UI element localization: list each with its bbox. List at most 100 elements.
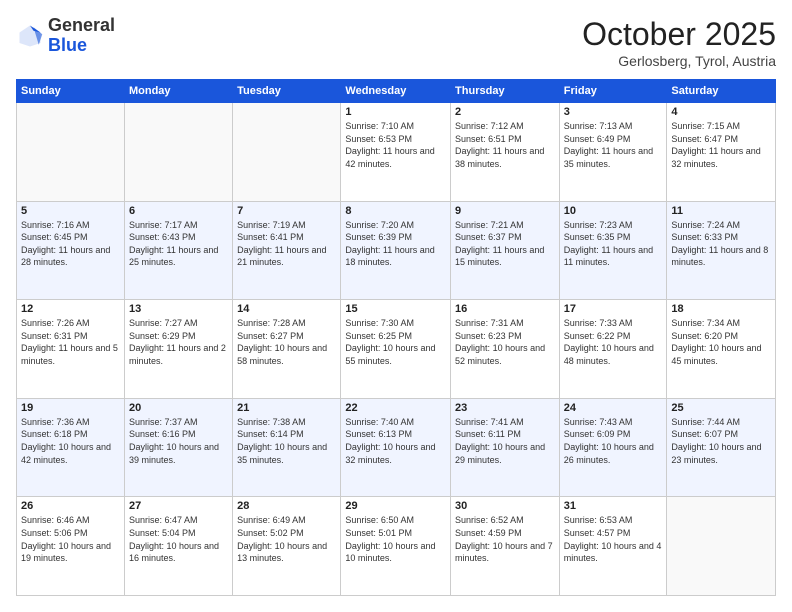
calendar-cell: 26 Sunrise: 6:46 AM Sunset: 5:06 PM Dayli… [17, 497, 125, 596]
day-info: Sunrise: 7:15 AM Sunset: 6:47 PM Dayligh… [671, 120, 771, 170]
calendar-cell: 25Sunrise: 7:44 AM Sunset: 6:07 PM Dayli… [667, 398, 776, 497]
calendar-cell [124, 103, 232, 202]
calendar-cell: 14 Sunrise: 7:28 AM Sunset: 6:27 PM Dayli… [233, 300, 341, 399]
day-info: Sunrise: 7:27 AM Sunset: 6:29 PM Dayligh… [129, 317, 228, 367]
calendar-cell: 3 Sunrise: 7:13 AM Sunset: 6:49 PM Daylig… [559, 103, 667, 202]
calendar-cell: 2Sunrise: 7:12 AM Sunset: 6:51 PM Daylig… [451, 103, 560, 202]
logo-blue: Blue [48, 35, 87, 55]
calendar-cell: 31 Sunrise: 6:53 AM Sunset: 4:57 PM Dayli… [559, 497, 667, 596]
day-header-tuesday: Tuesday [233, 80, 341, 103]
calendar-cell: 30Sunrise: 6:52 AM Sunset: 4:59 PM Dayli… [451, 497, 560, 596]
day-number: 25 [671, 402, 771, 414]
day-info: Sunrise: 7:17 AM Sunset: 6:43 PM Dayligh… [129, 219, 228, 269]
day-number: 1 [345, 106, 446, 118]
day-info: Sunrise: 6:53 AM Sunset: 4:57 PM Dayligh… [564, 514, 663, 564]
day-number: 17 [564, 303, 663, 315]
calendar-cell [667, 497, 776, 596]
calendar-cell: 29 Sunrise: 6:50 AM Sunset: 5:01 PM Dayli… [341, 497, 451, 596]
calendar-cell: 4 Sunrise: 7:15 AM Sunset: 6:47 PM Daylig… [667, 103, 776, 202]
day-info: Sunrise: 7:20 AM Sunset: 6:39 PM Dayligh… [345, 219, 446, 269]
calendar-header-row: SundayMondayTuesdayWednesdayThursdayFrid… [17, 80, 776, 103]
day-number: 2 [455, 106, 555, 118]
day-number: 27 [129, 500, 228, 512]
day-number: 4 [671, 106, 771, 118]
day-header-saturday: Saturday [667, 80, 776, 103]
day-info: Sunrise: 7:23 AM Sunset: 6:35 PM Dayligh… [564, 219, 663, 269]
calendar-cell: 12 Sunrise: 7:26 AM Sunset: 6:31 PM Dayli… [17, 300, 125, 399]
location: Gerlosberg, Tyrol, Austria [582, 53, 776, 69]
logo: General Blue [16, 16, 115, 56]
day-number: 16 [455, 303, 555, 315]
calendar-cell: 7 Sunrise: 7:19 AM Sunset: 6:41 PM Daylig… [233, 201, 341, 300]
day-info: Sunrise: 7:41 AM Sunset: 6:11 PM Dayligh… [455, 416, 555, 466]
day-header-wednesday: Wednesday [341, 80, 451, 103]
day-info: Sunrise: 7:36 AM Sunset: 6:18 PM Dayligh… [21, 416, 120, 466]
day-info: Sunrise: 7:34 AM Sunset: 6:20 PM Dayligh… [671, 317, 771, 367]
day-info: Sunrise: 7:19 AM Sunset: 6:41 PM Dayligh… [237, 219, 336, 269]
day-info: Sunrise: 7:13 AM Sunset: 6:49 PM Dayligh… [564, 120, 663, 170]
day-number: 22 [345, 402, 446, 414]
day-number: 12 [21, 303, 120, 315]
header: General Blue October 2025 Gerlosberg, Ty… [16, 16, 776, 69]
day-number: 3 [564, 106, 663, 118]
day-number: 24 [564, 402, 663, 414]
logo-text: General Blue [48, 16, 115, 56]
calendar-cell: 21Sunrise: 7:38 AM Sunset: 6:14 PM Dayli… [233, 398, 341, 497]
day-number: 29 [345, 500, 446, 512]
day-info: Sunrise: 7:43 AM Sunset: 6:09 PM Dayligh… [564, 416, 663, 466]
day-info: Sunrise: 6:46 AM Sunset: 5:06 PM Dayligh… [21, 514, 120, 564]
day-info: Sunrise: 7:26 AM Sunset: 6:31 PM Dayligh… [21, 317, 120, 367]
day-info: Sunrise: 6:49 AM Sunset: 5:02 PM Dayligh… [237, 514, 336, 564]
calendar-cell: 24 Sunrise: 7:43 AM Sunset: 6:09 PM Dayli… [559, 398, 667, 497]
calendar-cell: 22Sunrise: 7:40 AM Sunset: 6:13 PM Dayli… [341, 398, 451, 497]
day-info: Sunrise: 7:37 AM Sunset: 6:16 PM Dayligh… [129, 416, 228, 466]
day-number: 7 [237, 205, 336, 217]
day-number: 11 [671, 205, 771, 217]
calendar-cell: 16 Sunrise: 7:31 AM Sunset: 6:23 PM Dayli… [451, 300, 560, 399]
day-number: 26 [21, 500, 120, 512]
calendar-week-row: 5 Sunrise: 7:16 AM Sunset: 6:45 PM Daylig… [17, 201, 776, 300]
day-info: Sunrise: 7:31 AM Sunset: 6:23 PM Dayligh… [455, 317, 555, 367]
day-info: Sunrise: 7:16 AM Sunset: 6:45 PM Dayligh… [21, 219, 120, 269]
logo-icon [16, 22, 44, 50]
day-number: 21 [237, 402, 336, 414]
month-title: October 2025 [582, 16, 776, 53]
day-number: 9 [455, 205, 555, 217]
day-number: 18 [671, 303, 771, 315]
day-number: 10 [564, 205, 663, 217]
calendar-cell: 9 Sunrise: 7:21 AM Sunset: 6:37 PM Daylig… [451, 201, 560, 300]
day-info: Sunrise: 7:21 AM Sunset: 6:37 PM Dayligh… [455, 219, 555, 269]
day-number: 5 [21, 205, 120, 217]
day-number: 28 [237, 500, 336, 512]
day-header-friday: Friday [559, 80, 667, 103]
calendar-table: SundayMondayTuesdayWednesdayThursdayFrid… [16, 79, 776, 596]
day-number: 23 [455, 402, 555, 414]
calendar-cell: 27Sunrise: 6:47 AM Sunset: 5:04 PM Dayli… [124, 497, 232, 596]
calendar-cell: 15Sunrise: 7:30 AM Sunset: 6:25 PM Dayli… [341, 300, 451, 399]
calendar-cell: 23 Sunrise: 7:41 AM Sunset: 6:11 PM Dayli… [451, 398, 560, 497]
day-info: Sunrise: 7:28 AM Sunset: 6:27 PM Dayligh… [237, 317, 336, 367]
day-info: Sunrise: 6:50 AM Sunset: 5:01 PM Dayligh… [345, 514, 446, 564]
calendar-cell [17, 103, 125, 202]
page: General Blue October 2025 Gerlosberg, Ty… [0, 0, 792, 612]
day-header-monday: Monday [124, 80, 232, 103]
title-section: October 2025 Gerlosberg, Tyrol, Austria [582, 16, 776, 69]
day-info: Sunrise: 7:24 AM Sunset: 6:33 PM Dayligh… [671, 219, 771, 269]
calendar-cell [233, 103, 341, 202]
day-number: 14 [237, 303, 336, 315]
calendar-cell: 6 Sunrise: 7:17 AM Sunset: 6:43 PM Daylig… [124, 201, 232, 300]
day-number: 31 [564, 500, 663, 512]
calendar-week-row: 26 Sunrise: 6:46 AM Sunset: 5:06 PM Dayli… [17, 497, 776, 596]
day-header-sunday: Sunday [17, 80, 125, 103]
calendar-cell: 8Sunrise: 7:20 AM Sunset: 6:39 PM Daylig… [341, 201, 451, 300]
calendar-cell: 5 Sunrise: 7:16 AM Sunset: 6:45 PM Daylig… [17, 201, 125, 300]
calendar-cell: 20Sunrise: 7:37 AM Sunset: 6:16 PM Dayli… [124, 398, 232, 497]
calendar-cell: 28 Sunrise: 6:49 AM Sunset: 5:02 PM Dayli… [233, 497, 341, 596]
day-header-thursday: Thursday [451, 80, 560, 103]
calendar-cell: 10 Sunrise: 7:23 AM Sunset: 6:35 PM Dayli… [559, 201, 667, 300]
calendar-cell: 17Sunrise: 7:33 AM Sunset: 6:22 PM Dayli… [559, 300, 667, 399]
day-number: 13 [129, 303, 228, 315]
calendar-week-row: 1Sunrise: 7:10 AM Sunset: 6:53 PM Daylig… [17, 103, 776, 202]
day-number: 6 [129, 205, 228, 217]
day-number: 30 [455, 500, 555, 512]
